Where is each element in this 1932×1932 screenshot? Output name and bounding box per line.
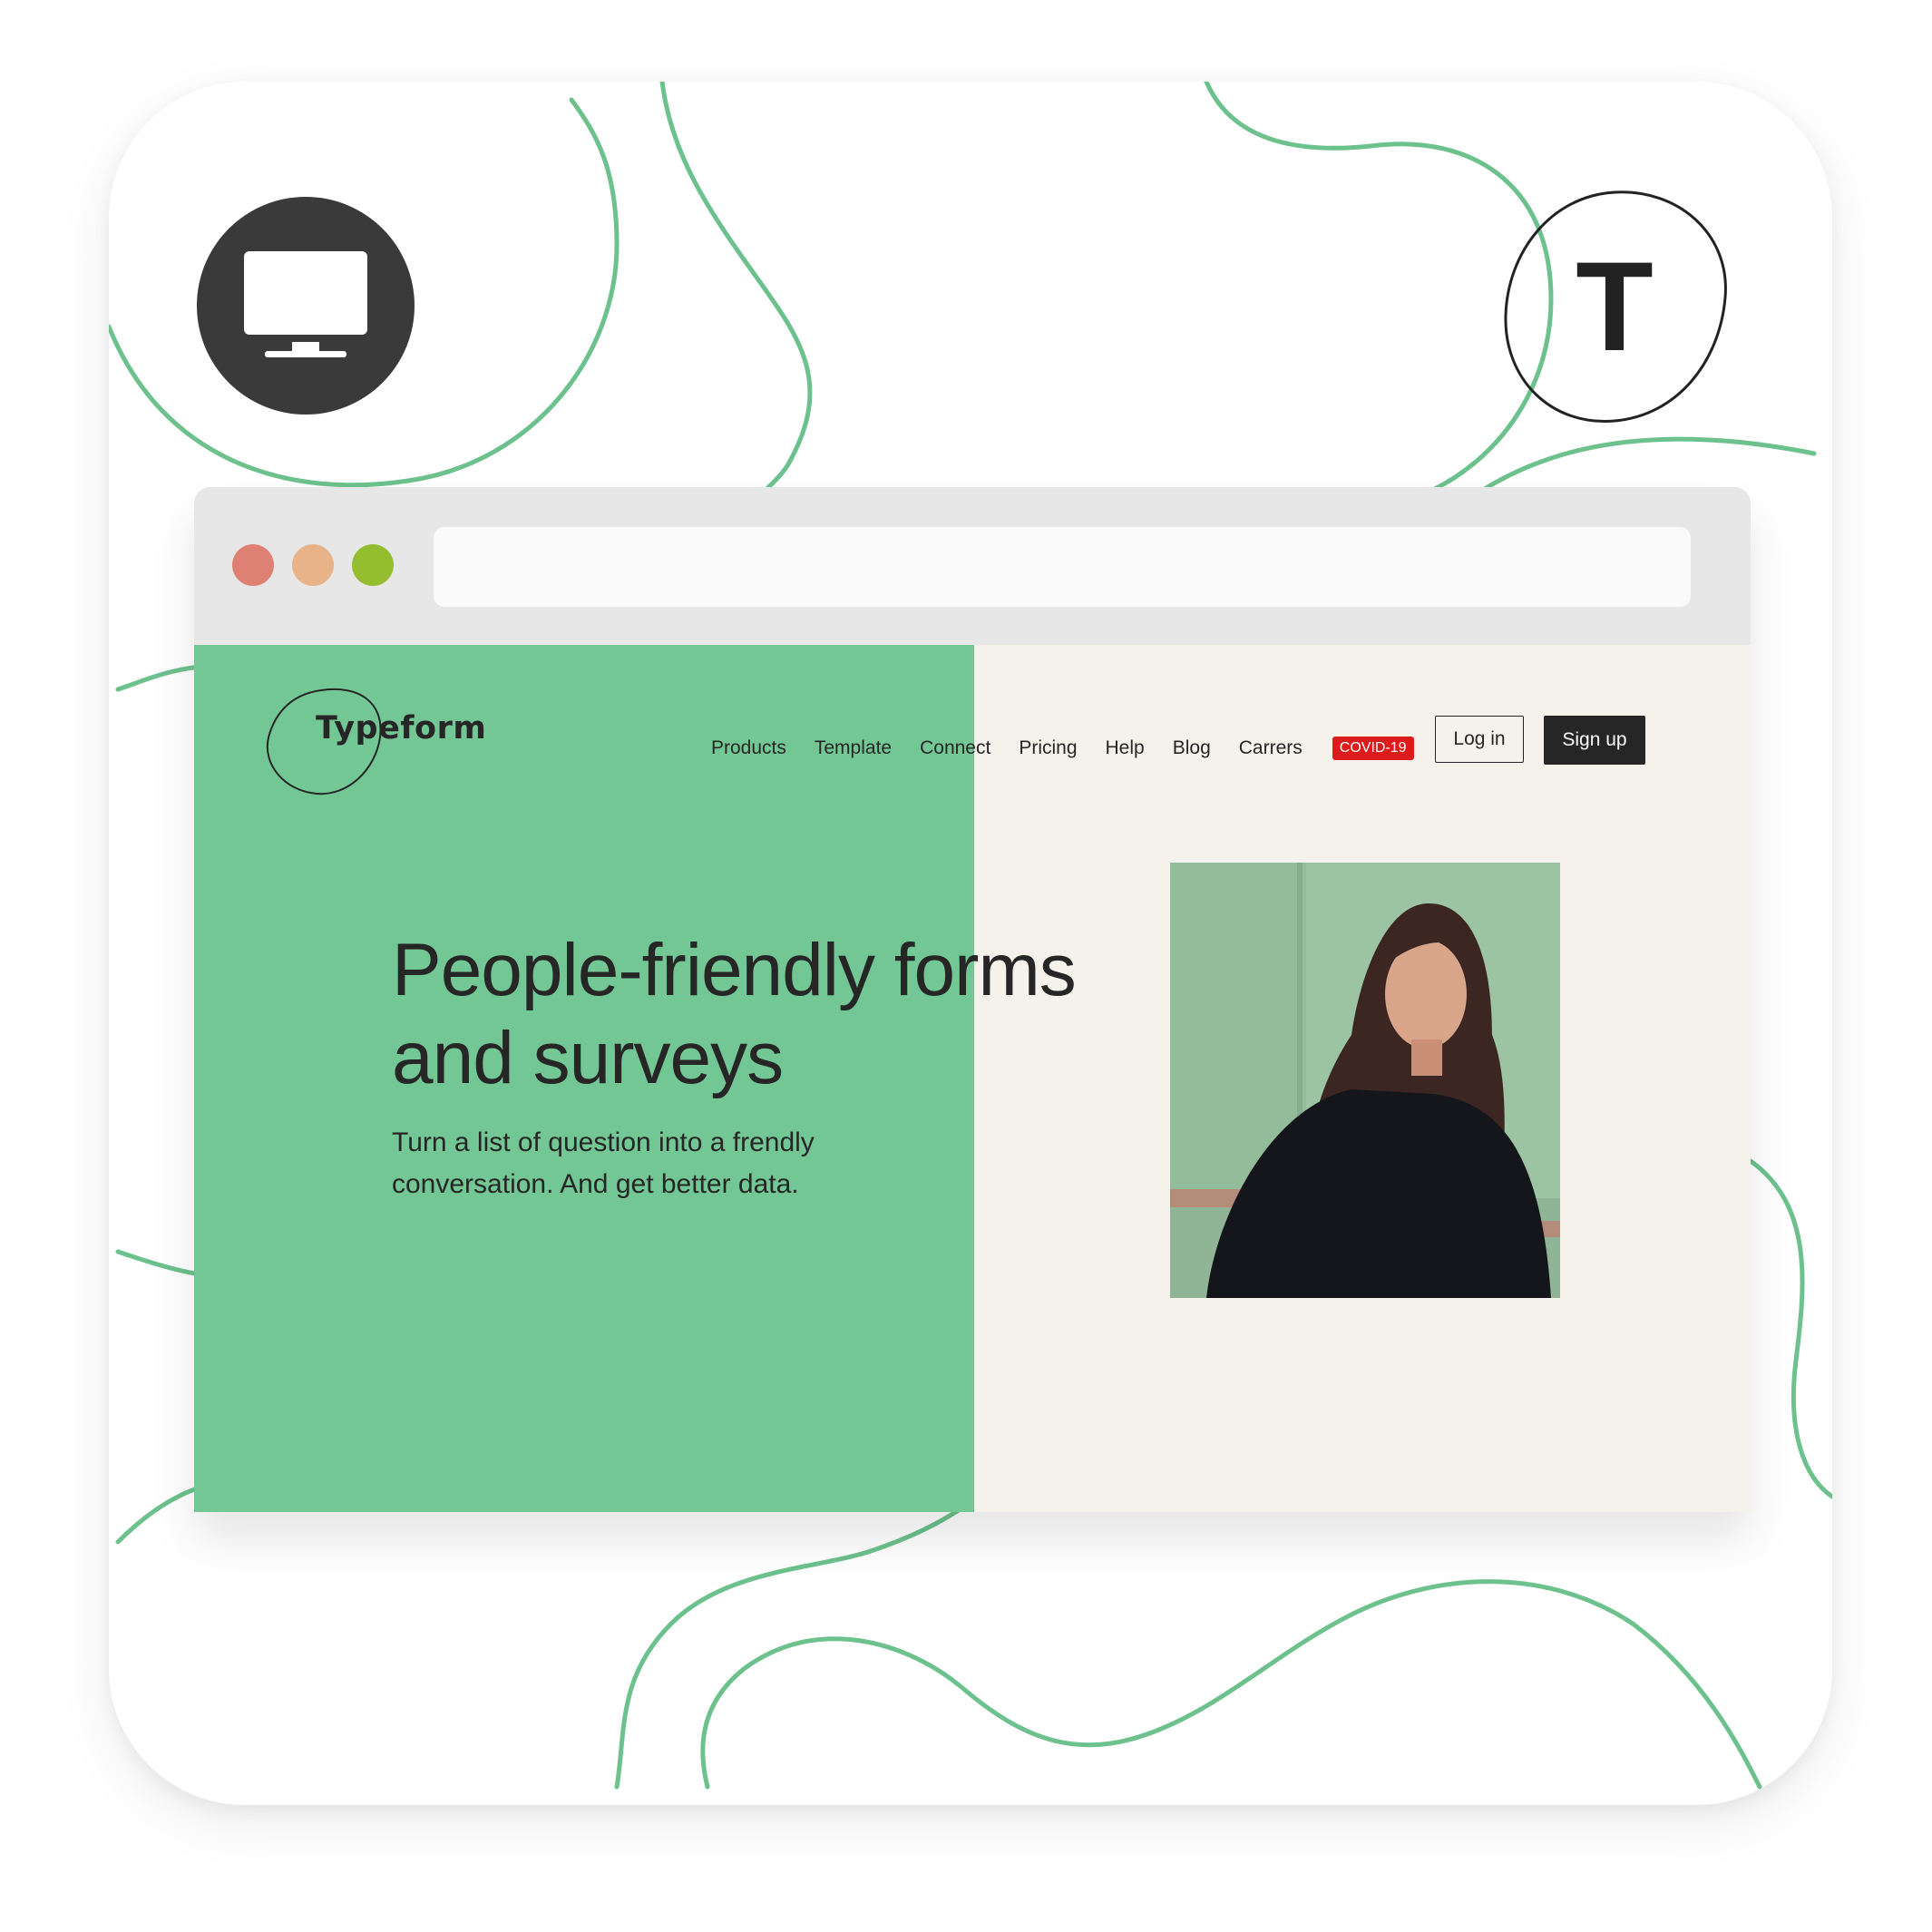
subtext-line-2: conversation. And get better data.	[392, 1169, 799, 1199]
headline-line-2: and surveys	[392, 1017, 784, 1099]
nav-help[interactable]: Help	[1106, 737, 1145, 759]
signup-button[interactable]: Sign up	[1544, 716, 1645, 765]
login-button[interactable]: Log in	[1435, 716, 1524, 763]
brand-letter: T	[1576, 235, 1654, 377]
web-page: Typeform Products Template Connect Prici…	[194, 645, 1751, 1512]
typeform-t-icon: T	[1488, 180, 1742, 434]
nav-carrers[interactable]: Carrers	[1239, 737, 1303, 759]
browser-window: Typeform Products Template Connect Prici…	[194, 487, 1751, 1512]
hero-headline: People-friendly forms and surveys	[392, 926, 1208, 1102]
main-nav: Products Template Connect Pricing Help B…	[711, 730, 1414, 766]
maximize-window-button[interactable]	[352, 544, 394, 586]
showcase-card: T Typeform Products Template Connect Pri…	[109, 82, 1832, 1805]
nav-template[interactable]: Template	[815, 737, 892, 759]
nav-products[interactable]: Products	[711, 737, 786, 759]
subtext-line-1: Turn a list of question into a frendly	[392, 1127, 815, 1157]
headline-line-1: People-friendly forms	[392, 929, 1077, 1011]
monitor-icon	[197, 197, 415, 415]
browser-toolbar	[194, 487, 1751, 645]
address-bar[interactable]	[434, 527, 1691, 607]
hero-subtext: Turn a list of question into a frendly c…	[392, 1122, 900, 1205]
hero-portrait-photo	[1170, 863, 1560, 1298]
nav-connect[interactable]: Connect	[920, 737, 990, 759]
nav-pricing[interactable]: Pricing	[1019, 737, 1077, 759]
covid-badge[interactable]: COVID-19	[1332, 737, 1414, 760]
close-window-button[interactable]	[232, 544, 274, 586]
logo-wordmark: Typeform	[316, 710, 487, 746]
minimize-window-button[interactable]	[292, 544, 334, 586]
site-logo[interactable]: Typeform	[258, 683, 486, 801]
nav-blog[interactable]: Blog	[1173, 737, 1211, 759]
